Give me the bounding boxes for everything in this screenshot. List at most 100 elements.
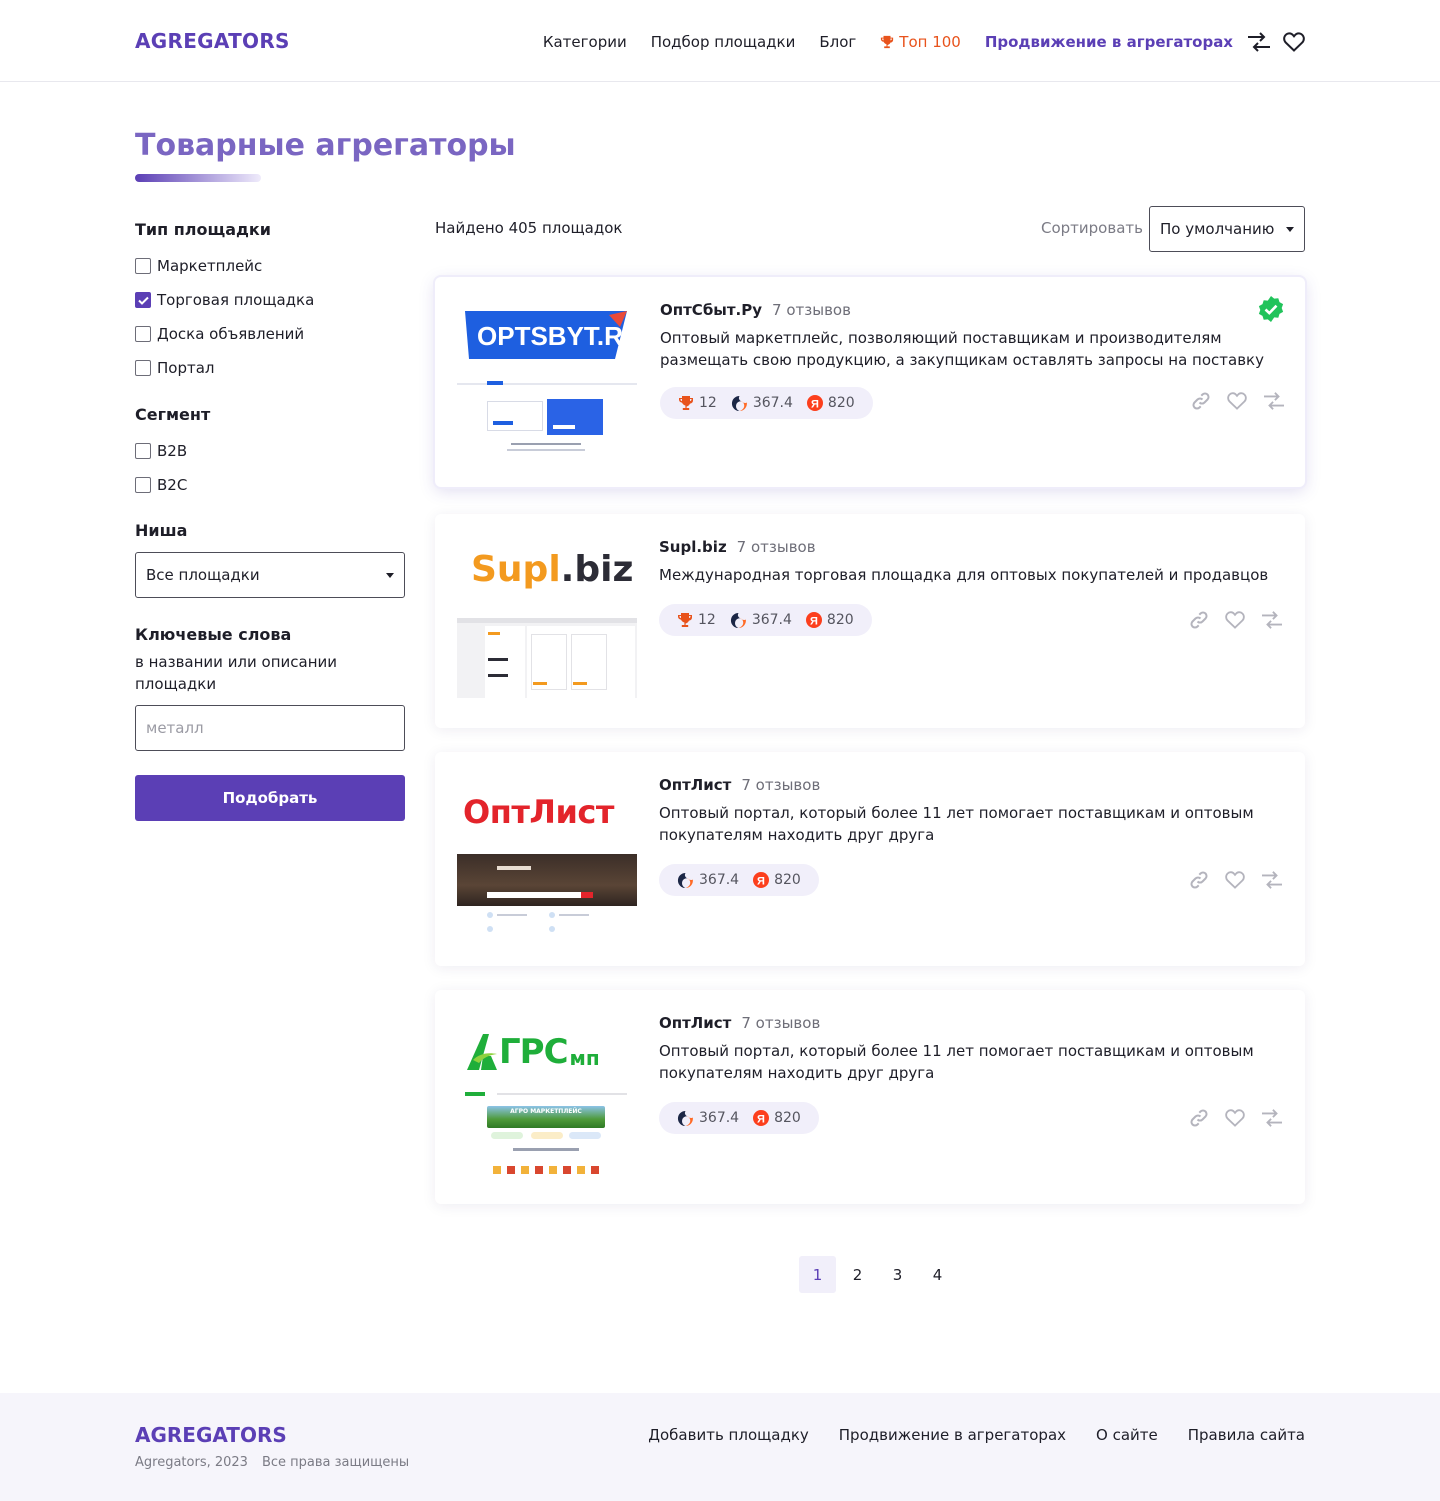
- footer-logo[interactable]: AGREGATORS: [135, 1423, 287, 1447]
- checkbox-label: Доска объявлений: [157, 325, 305, 343]
- checkbox-type-2[interactable]: Доска объявлений: [135, 324, 405, 344]
- platform-name-text: ОптЛист: [659, 776, 732, 794]
- checkbox-unchecked[interactable]: [135, 477, 151, 493]
- platform-name[interactable]: Supl.biz 7 отзывов: [659, 538, 816, 556]
- platform-thumbnail[interactable]: ОптЛист: [457, 776, 637, 942]
- checkbox-unchecked[interactable]: [135, 443, 151, 459]
- checkbox-unchecked[interactable]: [135, 258, 151, 274]
- nav-top100[interactable]: Топ 100: [880, 33, 961, 51]
- footer-link-rules[interactable]: Правила сайта: [1188, 1426, 1305, 1444]
- link-icon[interactable]: [1189, 610, 1209, 630]
- heart-icon[interactable]: [1225, 611, 1245, 629]
- link-icon[interactable]: [1189, 1108, 1209, 1128]
- supl-logo-text-a: Supl: [471, 549, 561, 590]
- checkbox-type-1[interactable]: Торговая площадка: [135, 290, 405, 310]
- page-1-button[interactable]: 1: [799, 1256, 836, 1293]
- sort-select[interactable]: По умолчанию: [1149, 206, 1305, 252]
- checkbox-segment-0[interactable]: B2B: [135, 441, 405, 461]
- page-2-button[interactable]: 2: [839, 1256, 876, 1293]
- compare-icon[interactable]: [1261, 610, 1283, 630]
- checkbox-segment-1[interactable]: B2C: [135, 475, 405, 495]
- site-screenshot: [457, 381, 637, 465]
- checkbox-label: Маркетплейс: [157, 257, 263, 275]
- agrosmp-logo-text-b: мп: [569, 1046, 600, 1070]
- keywords-hint: в названии или описании площадки: [135, 653, 338, 693]
- platform-thumbnail[interactable]: ГРС мп АГРО МАРКЕТПЛЕЙС: [457, 1014, 637, 1180]
- card-actions: [1189, 610, 1283, 630]
- platform-thumbnail[interactable]: OPTSBYT.RU: [457, 299, 637, 465]
- compare-icon[interactable]: [1261, 870, 1283, 890]
- reviews-count[interactable]: 7 отзывов: [741, 776, 820, 794]
- reviews-count[interactable]: 7 отзывов: [772, 301, 851, 319]
- link-icon[interactable]: [1189, 870, 1209, 890]
- checkbox-type-0[interactable]: Маркетплейс: [135, 256, 405, 276]
- platform-card[interactable]: OPTSBYT.RU ОптСбыт.Ру 7 отзывов Оптовый м…: [435, 277, 1305, 487]
- top-rank-metric: 12: [678, 395, 717, 411]
- platform-metrics: 12 367.4 Я 820: [660, 387, 873, 419]
- compare-icon[interactable]: [1261, 1108, 1283, 1128]
- platform-description: Оптовый маркетплейс, позволяющий поставщ…: [660, 329, 1264, 369]
- checkbox-unchecked[interactable]: [135, 326, 151, 342]
- trophy-icon: [678, 613, 692, 627]
- site-header: AGREGATORS Категории Подбор площадки Бло…: [0, 0, 1440, 82]
- heart-icon[interactable]: [1227, 392, 1247, 410]
- site-screenshot: [457, 618, 637, 698]
- checkbox-type-3[interactable]: Портал: [135, 358, 405, 378]
- platform-name[interactable]: ОптЛист 7 отзывов: [659, 1014, 820, 1032]
- nav-categories[interactable]: Категории: [543, 33, 627, 51]
- footer-link-about[interactable]: О сайте: [1096, 1426, 1158, 1444]
- compare-icon[interactable]: [1263, 391, 1285, 411]
- platform-thumbnail[interactable]: Supl.biz: [457, 538, 637, 704]
- filter-segment-list: B2B B2C: [135, 441, 405, 495]
- platform-card[interactable]: ГРС мп АГРО МАРКЕТПЛЕЙС ОптЛист 7 отзывов …: [435, 990, 1305, 1204]
- checkbox-label: B2C: [157, 476, 188, 494]
- platform-metrics: 367.4 Я 820: [659, 864, 819, 896]
- nav-promotion[interactable]: Продвижение в агрегаторах: [985, 33, 1233, 51]
- similarweb-metric: 367.4: [730, 612, 792, 629]
- trophy-icon: [679, 396, 693, 410]
- niche-select[interactable]: Все площадки: [135, 552, 405, 598]
- yandex-metric: Я 820: [753, 872, 801, 888]
- link-icon[interactable]: [1191, 391, 1211, 411]
- top-rank-value: 12: [698, 612, 716, 628]
- checkbox-unchecked[interactable]: [135, 360, 151, 376]
- page-3-button[interactable]: 3: [879, 1256, 916, 1293]
- page-4-button[interactable]: 4: [919, 1256, 956, 1293]
- platform-metrics: 367.4 Я 820: [659, 1102, 819, 1134]
- similarweb-value: 367.4: [751, 612, 792, 628]
- reviews-count[interactable]: 7 отзывов: [741, 1014, 820, 1032]
- supl-logo-text-b: .biz: [560, 549, 634, 590]
- yandex-value: 820: [774, 872, 801, 888]
- site-screenshot: [457, 854, 637, 942]
- similarweb-icon: [730, 612, 746, 628]
- platform-name[interactable]: ОптЛист 7 отзывов: [659, 776, 820, 794]
- similarweb-value: 367.4: [752, 395, 793, 411]
- nav-blog[interactable]: Блог: [819, 33, 856, 51]
- site-logo[interactable]: AGREGATORS: [135, 29, 290, 53]
- footer-link-add-platform[interactable]: Добавить площадку: [648, 1426, 808, 1444]
- compare-icon[interactable]: [1247, 31, 1271, 53]
- heart-icon[interactable]: [1225, 871, 1245, 889]
- keywords-input[interactable]: [135, 705, 405, 751]
- svg-text:Я: Я: [811, 398, 819, 410]
- reviews-count[interactable]: 7 отзывов: [737, 538, 816, 556]
- heart-icon[interactable]: [1225, 1109, 1245, 1127]
- filter-keywords-title: Ключевые слова: [135, 625, 292, 644]
- nav-platform-selection[interactable]: Подбор площадки: [651, 33, 796, 51]
- similarweb-icon: [677, 872, 693, 888]
- yandex-icon: Я: [753, 872, 770, 888]
- footer-link-promotion[interactable]: Продвижение в агрегаторах: [839, 1426, 1066, 1444]
- card-actions: [1189, 870, 1283, 890]
- optsbyt-logo: OPTSBYT.RU: [465, 311, 637, 359]
- footer-links: Добавить площадку Продвижение в агрегато…: [648, 1426, 1305, 1444]
- checkbox-checked[interactable]: [135, 292, 151, 308]
- apply-filters-button[interactable]: Подобрать: [135, 775, 405, 821]
- card-actions: [1189, 1108, 1283, 1128]
- platform-name[interactable]: ОптСбыт.Ру 7 отзывов: [660, 301, 851, 319]
- main-nav: Категории Подбор площадки Блог Топ 100 П…: [519, 29, 1305, 55]
- favorites-heart-icon[interactable]: [1283, 32, 1305, 52]
- checkbox-label: Портал: [157, 359, 215, 377]
- platform-card[interactable]: Supl.biz Supl.biz 7 отзывов Международная…: [435, 514, 1305, 728]
- yandex-icon: Я: [753, 1110, 770, 1126]
- platform-card[interactable]: ОптЛист ОптЛист 7 отзывов Оптовый портал,…: [435, 752, 1305, 966]
